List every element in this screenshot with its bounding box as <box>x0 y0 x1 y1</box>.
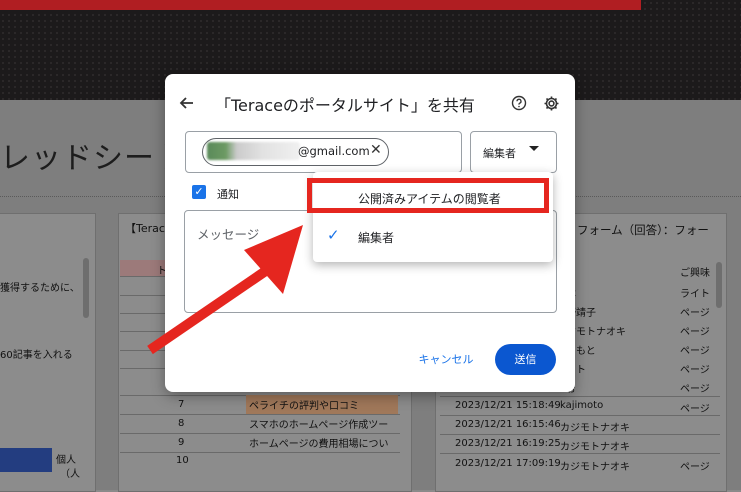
annotation-arrow <box>147 225 303 355</box>
